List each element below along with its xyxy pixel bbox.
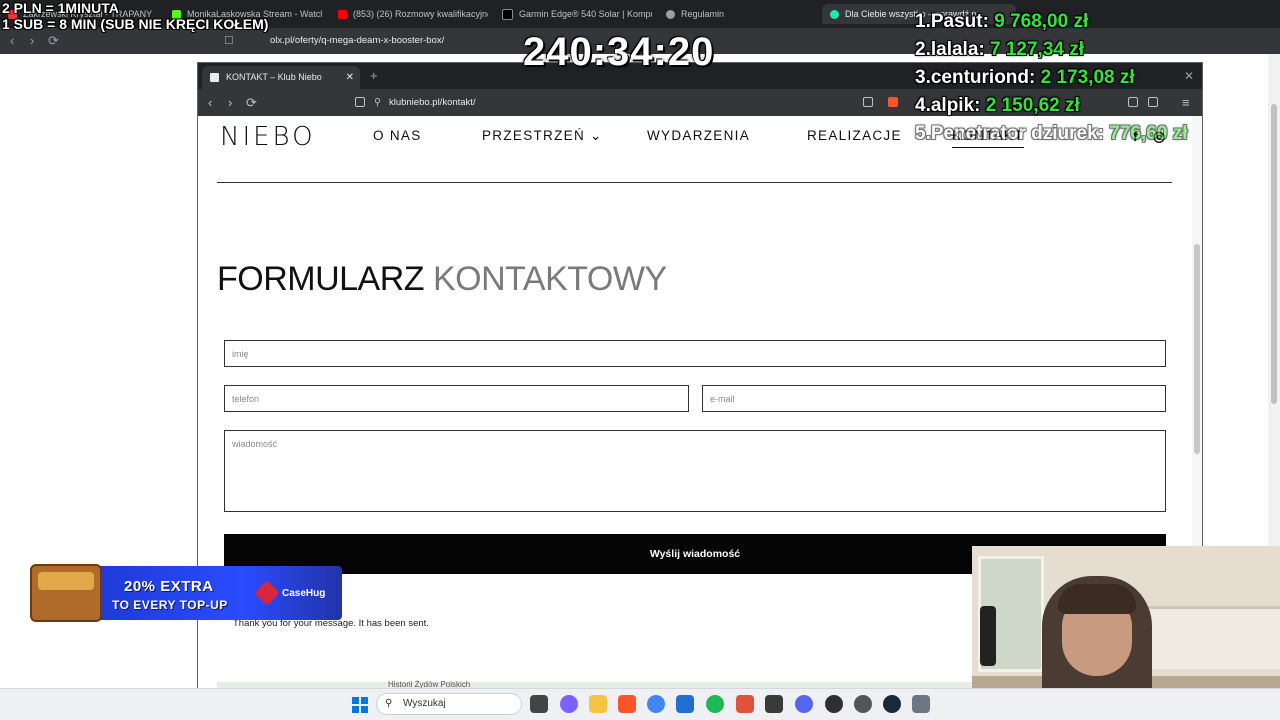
inner-url-field[interactable]: ⚲ klubniebo.pl/kontakt/ <box>374 93 874 112</box>
page-icon <box>210 73 219 82</box>
taskbar: ⚲ Wyszukaj <box>0 688 1280 720</box>
rate-line-1: 2 PLN = 1MINUTA <box>2 0 119 16</box>
lb-amount: 7 127,34 zł <box>990 39 1085 60</box>
form-title-dark: FORMULARZ <box>217 260 433 298</box>
outer-scroll-thumb[interactable] <box>1271 104 1277 404</box>
leaderboard-row: 1.Pasut: 9 768,00 zł <box>915 8 1187 36</box>
youtube-icon <box>338 10 347 20</box>
lb-name: lalala: <box>930 39 985 60</box>
lb-amount: 776,60 zł <box>1109 123 1188 144</box>
inner-tab-kontakt[interactable]: KONTAKT – Klub Niebo ✕ <box>202 66 360 89</box>
brave-shield-icon[interactable] <box>888 97 898 107</box>
form-title: FORMULARZ KONTAKTOWY <box>217 260 667 299</box>
name-field[interactable]: imię <box>224 340 1166 367</box>
donor-leaderboard: 1.Pasut: 9 768,00 zł 2.lalala: 7 127,34 … <box>915 8 1187 148</box>
store-icon[interactable] <box>676 695 694 713</box>
phone-field[interactable]: telefon <box>224 385 689 412</box>
lb-name: alpik: <box>930 95 981 116</box>
lb-name: Pasut: <box>930 11 989 32</box>
phone-placeholder: telefon <box>232 394 260 404</box>
lb-rank: 3. <box>915 67 931 88</box>
copilot-icon[interactable] <box>560 695 578 713</box>
message-field[interactable]: wiadomość <box>224 430 1166 512</box>
forward-icon[interactable]: › <box>228 94 232 111</box>
nav-o-nas[interactable]: O NAS <box>373 128 422 143</box>
rate-line-2: 1 SUB = 8 MIN (SUB NIE KRĘCI KOŁEM) <box>2 16 269 32</box>
ad-banner: 20% EXTRA TO EVERY TOP-UP CaseHug <box>96 566 342 620</box>
obs-icon[interactable] <box>825 695 843 713</box>
ad-headline: 20% EXTRA <box>124 578 214 595</box>
nav-wydarzenia[interactable]: WYDARZENIA <box>647 128 750 143</box>
site-settings-icon[interactable]: ⚲ <box>374 97 381 108</box>
app-icon[interactable] <box>854 695 872 713</box>
leaderboard-row: 3.centuriond: 2 173,08 zł <box>915 64 1187 92</box>
ad-subline: TO EVERY TOP-UP <box>112 598 228 612</box>
brave-beta-icon[interactable] <box>736 695 754 713</box>
lb-name: centuriond: <box>930 67 1036 88</box>
spotify-icon[interactable] <box>706 695 724 713</box>
leaderboard-row: 5.Penetrator dziurek: 776,60 zł <box>915 120 1187 148</box>
casehug-ad: 20% EXTRA TO EVERY TOP-UP CaseHug <box>30 562 342 624</box>
steam-icon[interactable] <box>883 695 901 713</box>
new-tab-icon[interactable]: + <box>370 66 378 86</box>
chrome-icon[interactable] <box>647 695 665 713</box>
back-icon[interactable]: ‹ <box>10 33 14 49</box>
garmin-icon <box>502 9 513 21</box>
inner-tab-title: KONTAKT – Klub Niebo <box>226 72 322 82</box>
lb-amount: 2 150,62 zł <box>985 95 1080 116</box>
treasure-chest-icon <box>30 564 102 622</box>
inner-url-text: klubniebo.pl/kontakt/ <box>388 97 476 108</box>
email-placeholder: e-mail <box>710 394 735 404</box>
lb-amount: 2 173,08 zł <box>1040 67 1135 88</box>
message-placeholder: wiadomość <box>232 439 278 449</box>
taskbar-search[interactable]: ⚲ Wyszukaj <box>376 693 522 715</box>
nav-realizacje[interactable]: REALIZACJE <box>807 128 902 143</box>
outer-tab-4[interactable]: Regulamin <box>666 4 816 24</box>
donation-rate-overlay: 2 PLN = 1MINUTA 1 SUB = 8 MIN (SUB NIE K… <box>2 0 268 32</box>
microphone <box>980 606 996 666</box>
outer-tab-3[interactable]: Garmin Edge® 540 Solar | Komputer <box>502 4 652 24</box>
name-placeholder: imię <box>232 349 249 359</box>
lb-rank: 2. <box>915 39 931 60</box>
reload-icon[interactable]: ⟳ <box>48 33 59 49</box>
ad-brand: CaseHug <box>282 588 326 599</box>
lb-rank: 5. <box>915 123 931 144</box>
streamer-hair <box>1058 584 1136 614</box>
leaderboard-row: 4.alpik: 2 150,62 zł <box>915 92 1187 120</box>
lb-amount: 9 768,00 zł <box>994 11 1089 32</box>
chest-lid <box>38 572 94 590</box>
share-icon[interactable] <box>863 97 873 107</box>
bookmark-icon[interactable]: ☐ <box>224 33 234 49</box>
windows-start-icon[interactable] <box>352 697 368 713</box>
inner-scroll-thumb[interactable] <box>1194 244 1200 454</box>
brave-icon[interactable] <box>618 695 636 713</box>
casehug-logo-icon <box>254 580 280 606</box>
forward-icon[interactable]: › <box>30 33 34 49</box>
lb-name: Penetrator dziurek: <box>930 123 1105 144</box>
reload-icon[interactable]: ⟳ <box>246 94 257 111</box>
leaderboard-row: 2.lalala: 7 127,34 zł <box>915 36 1187 64</box>
nav-przestrzen[interactable]: PRZESTRZEŃ ⌄ <box>482 128 603 144</box>
discord-icon[interactable] <box>795 695 813 713</box>
task-view-icon[interactable] <box>530 695 548 713</box>
header-divider <box>217 182 1172 183</box>
site-logo[interactable]: NIEBO <box>220 122 316 152</box>
outer-tab-2[interactable]: (853) (26) Rozmowy kwalifikacyjne p <box>338 4 488 24</box>
subathon-timer: 240:34:20 <box>523 30 715 74</box>
search-icon: ⚲ <box>385 698 393 709</box>
bookmark-icon[interactable] <box>355 97 365 107</box>
lb-rank: 4. <box>915 95 931 116</box>
outer-url-text: olx.pl/oferty/q-mega-deam-x-booster-box/ <box>270 35 445 46</box>
form-title-light: KONTAKTOWY <box>433 260 667 298</box>
close-tab-icon[interactable]: ✕ <box>346 66 354 89</box>
file-explorer-icon[interactable] <box>589 695 607 713</box>
settings-icon[interactable] <box>912 695 930 713</box>
site-icon <box>830 10 839 20</box>
globe-icon <box>666 10 675 20</box>
lb-rank: 1. <box>915 11 931 32</box>
search-placeholder: Wyszukaj <box>403 698 446 709</box>
back-icon[interactable]: ‹ <box>208 94 212 111</box>
email-field[interactable]: e-mail <box>702 385 1166 412</box>
calculator-icon[interactable] <box>765 695 783 713</box>
